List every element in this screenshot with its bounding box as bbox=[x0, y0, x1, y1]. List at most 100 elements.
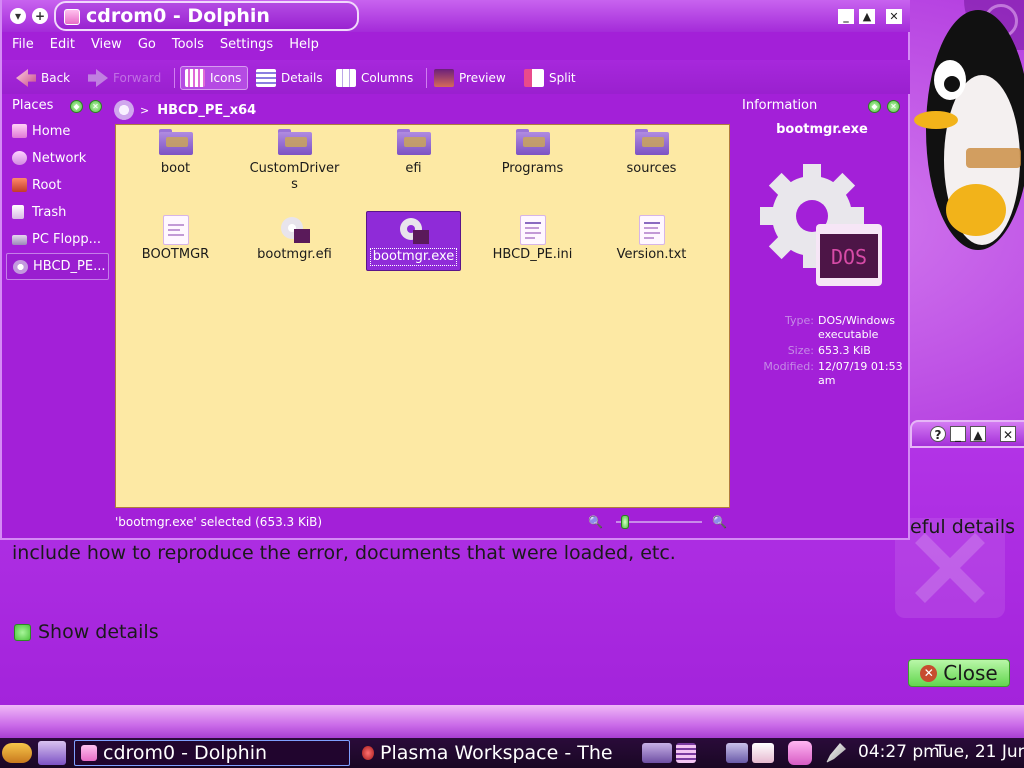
split-label: Split bbox=[549, 71, 576, 85]
icons-label: Icons bbox=[210, 71, 242, 85]
dos-label: DOS bbox=[831, 245, 867, 269]
minimize-icon[interactable]: _ bbox=[950, 426, 966, 442]
details-view-icon bbox=[256, 69, 276, 87]
folder-icon bbox=[396, 129, 431, 157]
location-bar[interactable]: > HBCD_PE_x64 bbox=[114, 98, 734, 122]
meta-value: 653.3 KiB bbox=[818, 344, 871, 357]
zoom-in-icon[interactable]: 🔍 bbox=[712, 515, 727, 529]
dos-executable-preview-icon: DOS bbox=[760, 164, 882, 286]
zoom-out-icon[interactable]: 🔍 bbox=[588, 515, 603, 529]
places-item-home[interactable]: Home bbox=[6, 118, 109, 145]
file-item-hbcd-pe-ini[interactable]: HBCD_PE.ini bbox=[485, 215, 580, 263]
zoom-slider-handle[interactable] bbox=[620, 515, 629, 529]
file-item-efi[interactable]: efi bbox=[366, 129, 461, 177]
maximize-icon[interactable]: ▲ bbox=[970, 426, 986, 442]
breadcrumb-arrow-icon[interactable]: > bbox=[140, 104, 149, 117]
places-item-network[interactable]: Network bbox=[6, 145, 109, 172]
places-item-label: Trash bbox=[32, 205, 67, 220]
window-menu-icon[interactable]: ▾ bbox=[10, 8, 26, 24]
meta-key: Type: bbox=[785, 314, 814, 327]
zoom-slider[interactable]: 🔍 🔍 bbox=[588, 514, 728, 530]
menubar: File Edit View Go Tools Settings Help bbox=[2, 34, 910, 56]
show-details-label[interactable]: Show details bbox=[38, 621, 159, 643]
preview-button[interactable]: Preview bbox=[434, 68, 506, 88]
menu-edit[interactable]: Edit bbox=[50, 34, 75, 56]
meta-key: Size: bbox=[787, 344, 814, 357]
task-plasma-workspace[interactable]: Plasma Workspace - The bbox=[356, 740, 630, 766]
file-item-bootmgr-exe[interactable]: bootmgr.exe bbox=[366, 211, 461, 271]
menu-tools[interactable]: Tools bbox=[172, 34, 204, 56]
sticky-icon[interactable]: + bbox=[32, 8, 48, 24]
panel-float-icon[interactable]: ◆ bbox=[70, 100, 83, 113]
close-button[interactable]: ✕ Close bbox=[908, 659, 1010, 687]
file-name: Version.txt bbox=[616, 247, 687, 262]
forward-button[interactable]: Forward bbox=[88, 68, 161, 88]
taskbar-date[interactable]: Tue, 21 Jun bbox=[935, 742, 1024, 762]
information-metadata: Type: DOS/Windows executable Size: 653.3… bbox=[738, 314, 906, 390]
home-folder-launcher-icon[interactable] bbox=[38, 741, 66, 765]
pager-icon[interactable] bbox=[642, 743, 672, 763]
power-plug-icon[interactable] bbox=[826, 743, 846, 763]
executable-icon bbox=[278, 215, 312, 243]
details-view-button[interactable]: Details bbox=[256, 68, 323, 88]
window-titlebar[interactable]: ▾ + cdrom0 - Dolphin _ ▲ ✕ bbox=[2, 0, 910, 32]
toolbar-separator bbox=[174, 68, 175, 88]
meta-row-modified: Modified: 12/07/19 01:53 am bbox=[738, 360, 906, 388]
menu-go[interactable]: Go bbox=[138, 34, 156, 56]
file-name: sources bbox=[626, 161, 677, 176]
file-item-bootmgr[interactable]: BOOTMGR bbox=[128, 215, 223, 263]
columns-view-icon bbox=[336, 69, 356, 87]
device-notifier-icon[interactable] bbox=[788, 741, 812, 765]
panel-close-icon[interactable]: ✕ bbox=[89, 100, 102, 113]
task-dolphin[interactable]: cdrom0 - Dolphin bbox=[74, 740, 350, 766]
zoom-slider-track[interactable] bbox=[616, 521, 702, 523]
places-item-trash[interactable]: Trash bbox=[6, 199, 109, 226]
breadcrumb-current[interactable]: HBCD_PE_x64 bbox=[157, 103, 256, 118]
file-item-programs[interactable]: Programs bbox=[485, 129, 580, 177]
file-item-sources[interactable]: sources bbox=[604, 129, 699, 177]
cdrom-location-icon[interactable] bbox=[114, 100, 134, 120]
file-item-bootmgr-efi[interactable]: bootmgr.efi bbox=[247, 215, 342, 263]
icons-view-button[interactable]: Icons bbox=[180, 66, 249, 90]
dialog-text-partial: eful details bbox=[910, 516, 1016, 538]
places-item-root[interactable]: Root bbox=[6, 172, 109, 199]
close-x-icon: ✕ bbox=[920, 664, 938, 682]
close-icon[interactable]: ✕ bbox=[1000, 426, 1016, 442]
panel-decoration-strip bbox=[0, 705, 1024, 738]
split-button[interactable]: Split bbox=[524, 68, 576, 88]
columns-view-button[interactable]: Columns bbox=[336, 68, 413, 88]
taskbar-clock[interactable]: 04:27 pm bbox=[858, 742, 940, 762]
clipboard-icon[interactable] bbox=[752, 743, 774, 763]
menu-settings[interactable]: Settings bbox=[220, 34, 273, 56]
file-item-boot[interactable]: boot bbox=[128, 129, 223, 177]
places-item-cdrom[interactable]: HBCD_PE... bbox=[6, 253, 109, 280]
information-title: Information bbox=[742, 98, 818, 113]
panel-float-icon[interactable]: ◆ bbox=[868, 100, 881, 113]
close-button-label: Close bbox=[943, 661, 998, 685]
places-header: Places ◆ ✕ bbox=[6, 98, 109, 116]
places-item-label: HBCD_PE... bbox=[33, 259, 106, 274]
maximize-icon[interactable]: ▲ bbox=[859, 9, 875, 24]
help-icon[interactable]: ? bbox=[930, 426, 946, 442]
show-details-checkbox[interactable] bbox=[14, 624, 31, 641]
file-view[interactable]: boot CustomDrivers efi Programs sources … bbox=[115, 124, 730, 508]
back-button[interactable]: Back bbox=[16, 68, 70, 88]
folder-icon bbox=[158, 129, 193, 157]
panel-close-icon[interactable]: ✕ bbox=[887, 100, 900, 113]
minimize-icon[interactable]: _ bbox=[838, 9, 854, 24]
file-item-version-txt[interactable]: Version.txt bbox=[604, 215, 699, 263]
menu-help[interactable]: Help bbox=[289, 34, 319, 56]
meta-key: Modified: bbox=[763, 360, 814, 373]
places-title: Places bbox=[12, 98, 54, 113]
root-folder-icon bbox=[12, 178, 27, 192]
menu-view[interactable]: View bbox=[91, 34, 122, 56]
monitor-icon[interactable] bbox=[726, 743, 748, 763]
cdrom-icon bbox=[13, 260, 28, 274]
close-window-icon[interactable]: ✕ bbox=[886, 9, 902, 24]
places-item-floppy[interactable]: PC Flopp... bbox=[6, 226, 109, 253]
pager-desktop-icon[interactable] bbox=[676, 743, 696, 763]
kickoff-launcher-icon[interactable] bbox=[2, 743, 32, 763]
menu-file[interactable]: File bbox=[12, 34, 34, 56]
places-item-label: Home bbox=[32, 124, 71, 139]
file-item-customdrivers[interactable]: CustomDrivers bbox=[247, 129, 342, 193]
